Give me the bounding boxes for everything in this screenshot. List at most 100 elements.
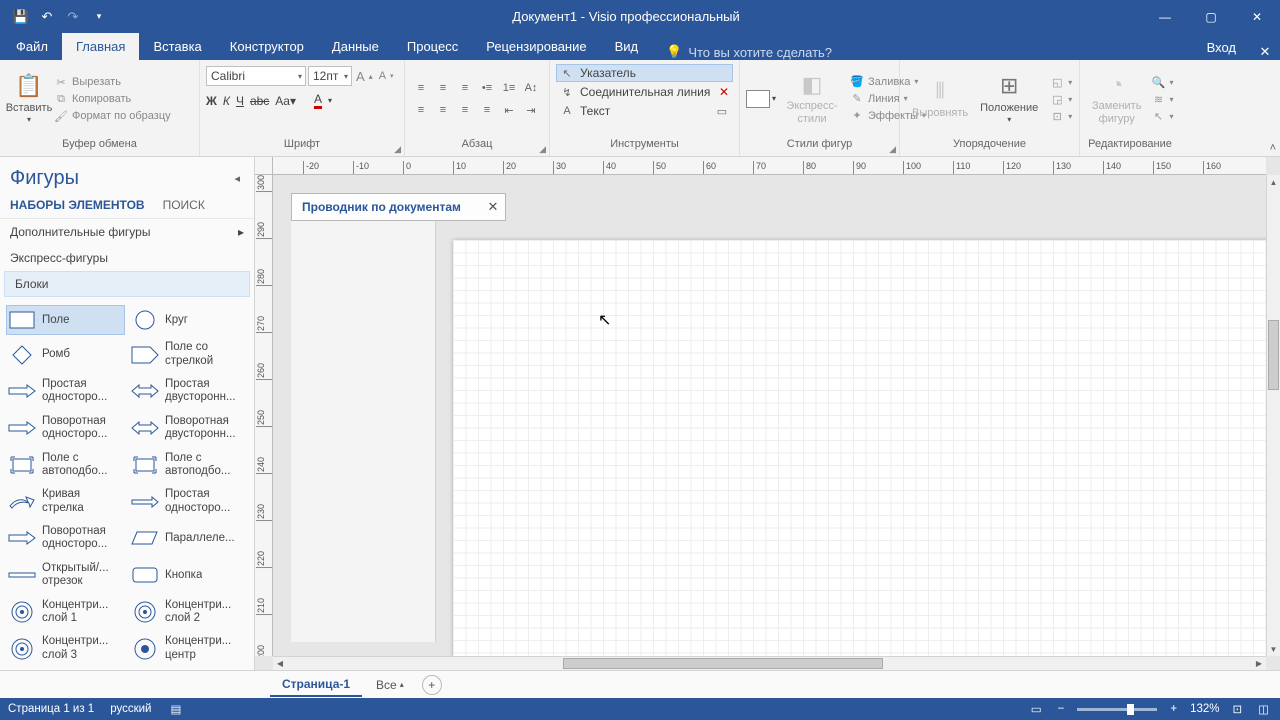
tab-view[interactable]: Вид bbox=[601, 33, 653, 60]
shape-stencil-item[interactable]: Концентри... слой 3 bbox=[6, 631, 125, 666]
paragraph-dialog-launcher[interactable]: ◢ bbox=[539, 144, 546, 155]
decrease-indent-button[interactable]: ⇤ bbox=[499, 100, 519, 120]
shape-style-more[interactable]: ▾ bbox=[772, 94, 776, 103]
shape-stencil-item[interactable]: Концентри... слой 1 bbox=[6, 595, 125, 630]
cut-button[interactable]: ✂Вырезать bbox=[52, 75, 173, 90]
minimize-button[interactable]: — bbox=[1142, 0, 1188, 33]
page-tab-1[interactable]: Страница-1 bbox=[270, 673, 362, 697]
strikethrough-button[interactable]: abc bbox=[250, 94, 269, 108]
tab-home[interactable]: Главная bbox=[62, 33, 139, 60]
drawing-surface[interactable]: Проводник по документам ✕ ↖ bbox=[273, 175, 1266, 656]
align-button[interactable]: ⫴Выровнять bbox=[906, 76, 974, 122]
align-top-center-button[interactable]: ≡ bbox=[433, 78, 453, 98]
presentation-mode-button[interactable]: ▭ bbox=[1028, 702, 1045, 716]
qat-customize[interactable]: ▾ bbox=[88, 6, 110, 28]
shape-stencil-item[interactable]: Поле с автоподбо... bbox=[6, 448, 125, 483]
document-explorer-close[interactable]: ✕ bbox=[481, 199, 505, 215]
paste-button[interactable]: 📋 Вставить ▾ bbox=[6, 71, 52, 126]
switch-windows-button[interactable]: ◫ bbox=[1255, 702, 1272, 716]
more-shapes-button[interactable]: Дополнительные фигуры▸ bbox=[0, 218, 254, 245]
tab-design[interactable]: Конструктор bbox=[216, 33, 318, 60]
shape-stencil-item[interactable]: Простая односторо... bbox=[129, 484, 248, 519]
shape-stencil-item[interactable]: Поле со стрелкой bbox=[129, 337, 248, 372]
change-case-button[interactable]: Aa▾ bbox=[275, 94, 296, 108]
align-center-button[interactable]: ≡ bbox=[433, 100, 453, 120]
zoom-in-button[interactable]: + bbox=[1167, 703, 1180, 715]
tab-process[interactable]: Процесс bbox=[393, 33, 472, 60]
sign-in-button[interactable]: Вход bbox=[1193, 35, 1250, 60]
shapes-tab-stencils[interactable]: НАБОРЫ ЭЛЕМЕНТОВ bbox=[10, 198, 145, 212]
scroll-up-arrow[interactable]: ▲ bbox=[1267, 175, 1280, 189]
ruler-horizontal[interactable]: -20-100102030405060708090100110120130140… bbox=[273, 157, 1266, 175]
tell-me-search[interactable]: 💡 Что вы хотите сделать? bbox=[652, 44, 832, 60]
shape-stencil-item[interactable]: Ромб bbox=[6, 337, 125, 372]
send-back-button[interactable]: ◲▾ bbox=[1048, 92, 1074, 107]
group-button[interactable]: ⊡▾ bbox=[1048, 109, 1074, 124]
add-page-button[interactable]: + bbox=[422, 675, 442, 695]
find-button[interactable]: 🔍▾ bbox=[1149, 75, 1175, 90]
underline-button[interactable]: Ч bbox=[236, 94, 244, 108]
shape-stencil-item[interactable]: Параллеле... bbox=[129, 521, 248, 556]
drawing-page[interactable] bbox=[453, 240, 1266, 656]
align-top-right-button[interactable]: ≡ bbox=[455, 78, 475, 98]
redo-button[interactable]: ↷ bbox=[62, 6, 84, 28]
shape-stencil-item[interactable]: Концентри... центр bbox=[129, 631, 248, 666]
shapes-tab-search[interactable]: ПОИСК bbox=[163, 198, 205, 212]
font-size-combo[interactable]: 12пт bbox=[308, 66, 352, 86]
hscroll-thumb[interactable] bbox=[563, 658, 883, 669]
save-button[interactable]: 💾 bbox=[10, 6, 32, 28]
font-color-button[interactable]: A bbox=[314, 92, 322, 109]
align-right-button[interactable]: ≡ bbox=[455, 100, 475, 120]
align-top-left-button[interactable]: ≡ bbox=[411, 78, 431, 98]
document-explorer-body[interactable] bbox=[291, 221, 436, 642]
close-button[interactable]: ✕ bbox=[1234, 0, 1280, 33]
change-shape-button[interactable]: ◔Заменить фигуру bbox=[1086, 70, 1147, 129]
status-language[interactable]: русский bbox=[110, 703, 151, 715]
text-tool[interactable]: AТекст▭ bbox=[556, 102, 733, 120]
shape-stencil-item[interactable]: Простая односторо... bbox=[6, 374, 125, 409]
copy-button[interactable]: ⧉Копировать bbox=[52, 92, 173, 107]
shrink-font-button[interactable]: A▾ bbox=[377, 70, 396, 82]
shape-stencil-item[interactable]: Поворотная односторо... bbox=[6, 411, 125, 446]
zoom-level[interactable]: 132% bbox=[1190, 703, 1219, 715]
font-dialog-launcher[interactable]: ◢ bbox=[394, 144, 401, 155]
shape-stencil-item[interactable]: Поворотная односторо... bbox=[6, 521, 125, 556]
tab-file[interactable]: Файл bbox=[2, 33, 62, 60]
shape-stencil-item[interactable]: Открытый/... отрезок bbox=[6, 558, 125, 593]
zoom-out-button[interactable]: − bbox=[1055, 703, 1068, 715]
shape-stencil-item[interactable]: Кнопка bbox=[129, 558, 248, 593]
status-page-info[interactable]: Страница 1 из 1 bbox=[8, 703, 94, 715]
collapse-ribbon-button[interactable]: ˄ bbox=[1270, 142, 1276, 154]
macro-record-button[interactable]: ▤ bbox=[167, 702, 184, 716]
quick-styles-button[interactable]: ◧ Экспресс-стили bbox=[782, 70, 842, 129]
scroll-left-arrow[interactable]: ◀ bbox=[273, 657, 287, 670]
format-painter-button[interactable]: 🖌Формат по образцу bbox=[52, 109, 173, 124]
ruler-corner[interactable] bbox=[255, 157, 273, 175]
ruler-vertical[interactable]: 300290280270260250240230220210200 bbox=[255, 175, 273, 656]
connector-delete-icon[interactable]: ✕ bbox=[719, 85, 729, 99]
shape-style-gallery[interactable] bbox=[746, 90, 770, 108]
shape-stencil-item[interactable]: Концентри... слой 2 bbox=[129, 595, 248, 630]
shape-stencil-item[interactable]: Поворотная двусторонн... bbox=[129, 411, 248, 446]
maximize-button[interactable]: ▢ bbox=[1188, 0, 1234, 33]
text-block-icon[interactable]: ▭ bbox=[715, 105, 729, 118]
undo-button[interactable]: ↶ bbox=[36, 6, 58, 28]
align-justify-button[interactable]: ≡ bbox=[477, 100, 497, 120]
tab-data[interactable]: Данные bbox=[318, 33, 393, 60]
vscroll-thumb[interactable] bbox=[1268, 320, 1279, 390]
pointer-tool[interactable]: ↖Указатель bbox=[556, 64, 733, 82]
align-left-button[interactable]: ≡ bbox=[411, 100, 431, 120]
page-tab-all[interactable]: Все▴ bbox=[368, 674, 412, 696]
document-explorer-pane[interactable]: Проводник по документам ✕ bbox=[291, 193, 506, 221]
vertical-scrollbar[interactable]: ▲ ▼ bbox=[1266, 175, 1280, 656]
bold-button[interactable]: Ж bbox=[206, 94, 217, 108]
tab-insert[interactable]: Вставка bbox=[139, 33, 215, 60]
shape-stencil-item[interactable]: Кривая стрелка bbox=[6, 484, 125, 519]
shapes-category-blocks[interactable]: Блоки bbox=[4, 271, 250, 297]
zoom-slider[interactable] bbox=[1077, 708, 1157, 711]
layers-button[interactable]: ≋▾ bbox=[1149, 92, 1175, 107]
horizontal-scrollbar[interactable]: ◀ ▶ bbox=[273, 656, 1266, 670]
numbering-button[interactable]: 1≡ bbox=[499, 78, 519, 98]
connector-tool[interactable]: ↯Соединительная линия✕ bbox=[556, 83, 733, 101]
shape-stencil-item[interactable]: Круг bbox=[129, 305, 248, 335]
